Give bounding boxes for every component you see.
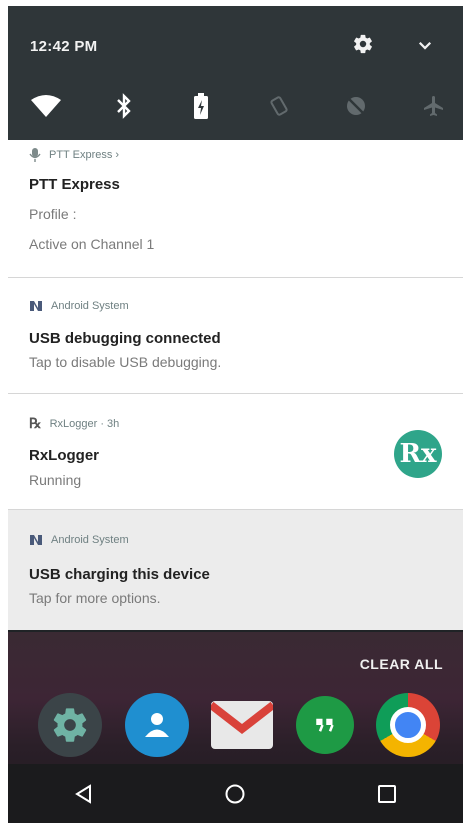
chrome-center-icon	[390, 707, 426, 743]
airplane-icon	[423, 96, 443, 116]
notification-usb-debugging[interactable]: Android System USB debugging connected T…	[8, 278, 463, 394]
notification-header: Android System	[29, 534, 129, 546]
notification-line: Profile :	[29, 206, 77, 222]
bluetooth-tile[interactable]	[108, 92, 140, 120]
settings-gear-icon	[53, 708, 87, 742]
hangouts-app-icon[interactable]	[295, 696, 354, 754]
expand-chevron-icon[interactable]	[416, 36, 434, 54]
android-system-icon	[30, 535, 42, 545]
status-time: 12:42 PM	[30, 38, 98, 55]
mail-icon	[211, 701, 273, 749]
rotation-icon	[270, 96, 288, 116]
settings-gear-icon[interactable]	[352, 33, 374, 55]
android-system-icon	[30, 301, 42, 311]
notification-title: PTT Express	[29, 176, 120, 193]
quick-settings-panel: 12:42 PM	[8, 6, 463, 140]
notification-title: RxLogger	[29, 447, 100, 464]
home-screen: CLEAR ALL	[8, 632, 463, 823]
notification-usb-charging[interactable]: Android System USB charging this device …	[8, 510, 463, 630]
recents-square-icon	[378, 784, 397, 803]
notification-line: Active on Channel 1	[29, 236, 155, 252]
airplane-tile[interactable]	[418, 92, 450, 120]
nav-home-button[interactable]	[215, 774, 255, 814]
notification-header: PTT Express ›	[29, 148, 119, 162]
clear-all-button[interactable]: CLEAR ALL	[360, 656, 443, 672]
contacts-app-icon[interactable]	[124, 693, 189, 757]
quote-icon	[315, 718, 334, 732]
notification-ptt-express[interactable]: PTT Express › PTT Express Profile : Acti…	[8, 140, 463, 278]
rxlogger-avatar-icon: Rx	[394, 430, 442, 478]
notification-title: USB charging this device	[29, 566, 210, 583]
screen: 12:42 PM PTT Express › PTT Express Profi…	[8, 6, 463, 823]
rx-small-icon: ℞	[29, 416, 42, 432]
dnd-icon	[347, 97, 366, 115]
notification-line: Tap for more options.	[29, 590, 161, 606]
notification-app-name: RxLogger · 3h	[49, 418, 120, 430]
nav-recents-button[interactable]	[367, 774, 407, 814]
app-dock	[38, 690, 440, 760]
chrome-app-icon[interactable]	[376, 693, 440, 757]
navigation-bar	[8, 764, 463, 823]
gmail-app-icon[interactable]	[211, 701, 273, 749]
microphone-icon	[29, 148, 41, 162]
rotation-tile[interactable]	[263, 92, 295, 120]
quick-tiles-row	[30, 92, 450, 120]
nav-back-button[interactable]	[64, 774, 104, 814]
wifi-icon	[31, 95, 61, 117]
wifi-tile[interactable]	[30, 92, 62, 120]
dnd-tile[interactable]	[340, 92, 372, 120]
person-icon	[144, 713, 169, 737]
bluetooth-icon	[116, 93, 131, 119]
back-triangle-icon	[74, 783, 91, 804]
notification-header: Android System	[29, 300, 129, 312]
notification-app-name: PTT Express ›	[49, 149, 120, 161]
notification-app-name: Android System	[51, 534, 129, 546]
battery-tile[interactable]	[185, 92, 217, 120]
notification-line: Tap to disable USB debugging.	[29, 354, 222, 370]
home-circle-icon	[225, 784, 245, 803]
notification-header: ℞ RxLogger · 3h	[29, 416, 119, 432]
battery-icon	[194, 93, 209, 119]
settings-app-icon[interactable]	[38, 693, 102, 757]
notification-rxlogger[interactable]: ℞ RxLogger · 3h RxLogger Running Rx	[8, 394, 463, 510]
notification-title: USB debugging connected	[29, 330, 221, 347]
notification-app-name: Android System	[51, 300, 129, 312]
notification-line: Running	[29, 472, 82, 488]
